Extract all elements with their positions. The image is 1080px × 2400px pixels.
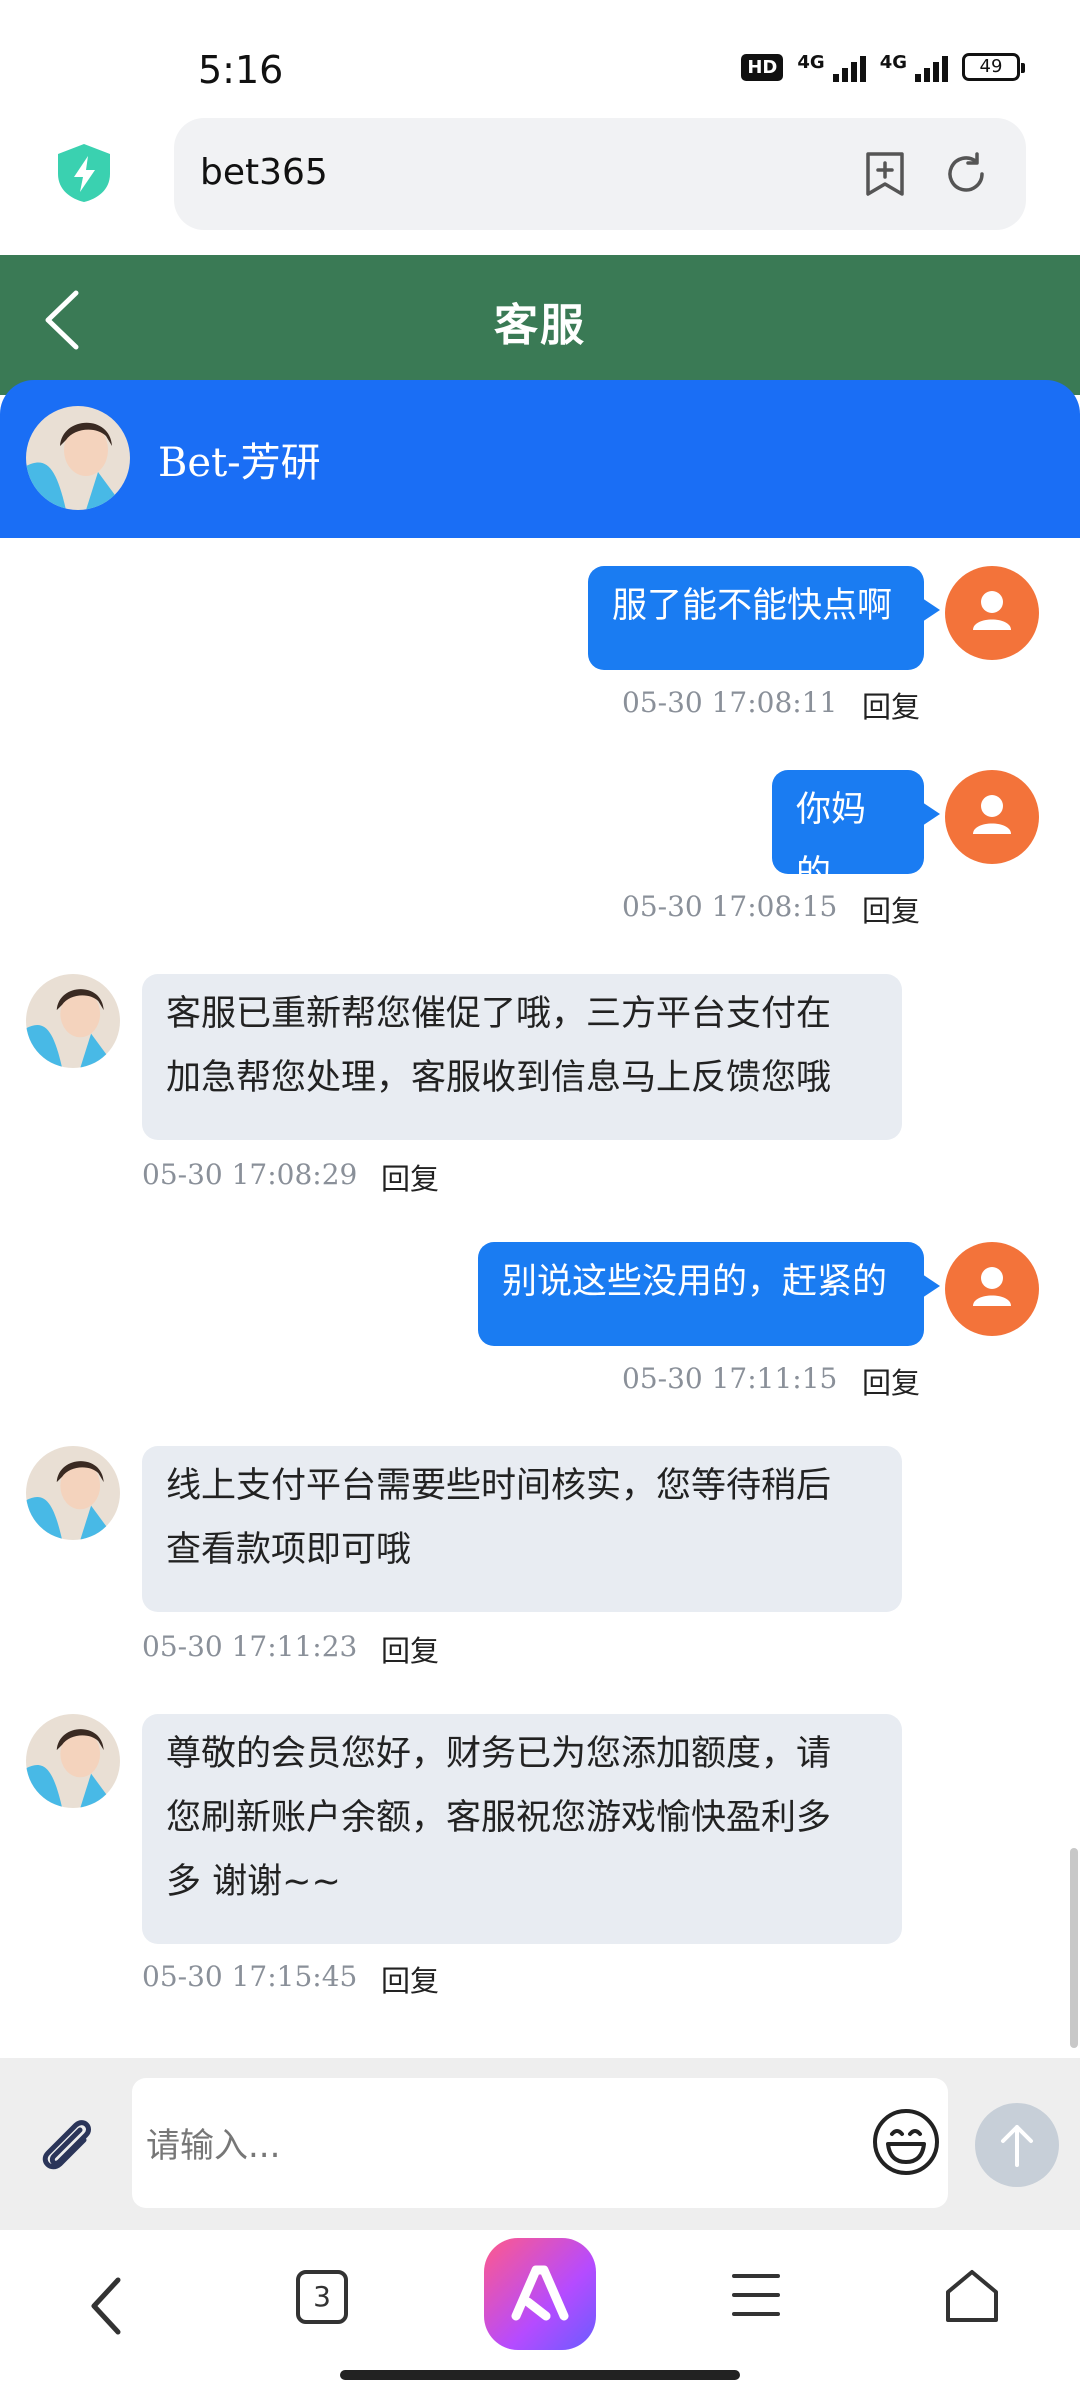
message-input[interactable]: 请输入... <box>132 2078 948 2208</box>
outgoing-message: 你妈的 <box>772 770 940 894</box>
url-text: bet365 <box>200 152 328 193</box>
status-bar: 5:16 HD 4G 4G 49 <box>0 0 1080 110</box>
paperclip-icon[interactable] <box>30 2108 102 2180</box>
reply-link[interactable]: 回复 <box>862 1360 920 1402</box>
input-bar: 请输入... <box>0 2058 1080 2230</box>
message-time: 05-30 17:15:45 <box>142 1960 358 1993</box>
page-header: 客服 <box>0 255 1080 395</box>
message-line: 多 谢谢~~ <box>166 1862 341 1902</box>
address-bar[interactable]: bet365 <box>174 118 1026 230</box>
message-line: 尊敬的会员您好，财务已为您添加额度，请 <box>166 1734 832 1774</box>
nav-back-icon[interactable] <box>82 2270 132 2342</box>
agent-avatar <box>26 1714 120 1808</box>
message-line: 查看款项即可哦 <box>166 1530 412 1570</box>
message-time: 05-30 17:08:15 <box>622 890 838 923</box>
message-line: 加急帮您处理，客服收到信息马上反馈您哦 <box>166 1058 832 1098</box>
home-indicator[interactable] <box>340 2370 740 2380</box>
message-time: 05-30 17:11:15 <box>622 1362 838 1395</box>
message-line: 线上支付平台需要些时间核实，您等待稍后 <box>166 1466 832 1506</box>
home-icon[interactable] <box>942 2266 1002 2326</box>
agent-header: Bet-芳研 <box>0 380 1080 538</box>
user-avatar <box>945 1242 1039 1336</box>
browser-bar: bet365 <box>0 110 1080 255</box>
message-time: 05-30 17:08:29 <box>142 1158 358 1191</box>
tabs-button[interactable]: 3 <box>296 2270 348 2324</box>
user-avatar <box>945 566 1039 660</box>
logo-icon <box>511 2265 569 2321</box>
network-type-2: 4G <box>879 52 907 73</box>
hd-icon: HD <box>741 53 784 81</box>
message-time: 05-30 17:08:11 <box>622 686 838 719</box>
browser-logo-button[interactable] <box>484 2238 596 2350</box>
message-line: 您刷新账户余额，客服祝您游戏愉快盈利多 <box>166 1798 832 1838</box>
status-icons: HD 4G 4G 49 <box>741 52 1025 82</box>
message-time: 05-30 17:11:23 <box>142 1630 358 1663</box>
reply-link[interactable]: 回复 <box>862 888 920 930</box>
reply-link[interactable]: 回复 <box>862 684 920 726</box>
incoming-message: 尊敬的会员您好，财务已为您添加额度，请 您刷新账户余额，客服祝您游戏愉快盈利多 … <box>142 1714 902 1944</box>
shield-icon[interactable] <box>55 142 113 204</box>
user-avatar <box>945 770 1039 864</box>
reply-link[interactable]: 回复 <box>381 1628 439 1670</box>
bookmark-add-icon[interactable] <box>862 150 908 198</box>
page-title: 客服 <box>494 300 586 351</box>
signal-icon-2 <box>915 52 948 82</box>
battery-icon: 49 <box>962 53 1025 81</box>
agent-avatar <box>26 1446 120 1540</box>
signal-icon <box>832 52 866 82</box>
outgoing-message: 别说这些没用的，赶紧的 <box>478 1242 940 1346</box>
outgoing-message: 服了能不能快点啊 <box>588 566 940 670</box>
arrow-up-icon <box>1001 2125 1033 2167</box>
agent-avatar <box>26 406 130 510</box>
reply-link[interactable]: 回复 <box>381 1156 439 1198</box>
chat-area[interactable]: 服了能不能快点啊 05-30 17:08:11 回复 你妈的 05-30 17:… <box>0 538 1080 2058</box>
refresh-icon[interactable] <box>942 150 990 198</box>
scrollbar[interactable] <box>1070 1848 1078 2048</box>
agent-avatar <box>26 974 120 1068</box>
incoming-message: 线上支付平台需要些时间核实，您等待稍后 查看款项即可哦 <box>142 1446 902 1612</box>
menu-icon[interactable] <box>730 2270 782 2320</box>
agent-name: Bet-芳研 <box>158 440 321 486</box>
incoming-message: 客服已重新帮您催促了哦，三方平台支付在 加急帮您处理，客服收到信息马上反馈您哦 <box>142 974 902 1140</box>
input-placeholder: 请输入... <box>146 2126 281 2166</box>
status-time: 5:16 <box>198 48 284 92</box>
message-line: 客服已重新帮您催促了哦，三方平台支付在 <box>166 994 832 1034</box>
send-button[interactable] <box>975 2103 1059 2187</box>
emoji-icon[interactable] <box>870 2106 942 2178</box>
reply-link[interactable]: 回复 <box>381 1958 439 2000</box>
network-type-1: 4G <box>797 52 825 73</box>
